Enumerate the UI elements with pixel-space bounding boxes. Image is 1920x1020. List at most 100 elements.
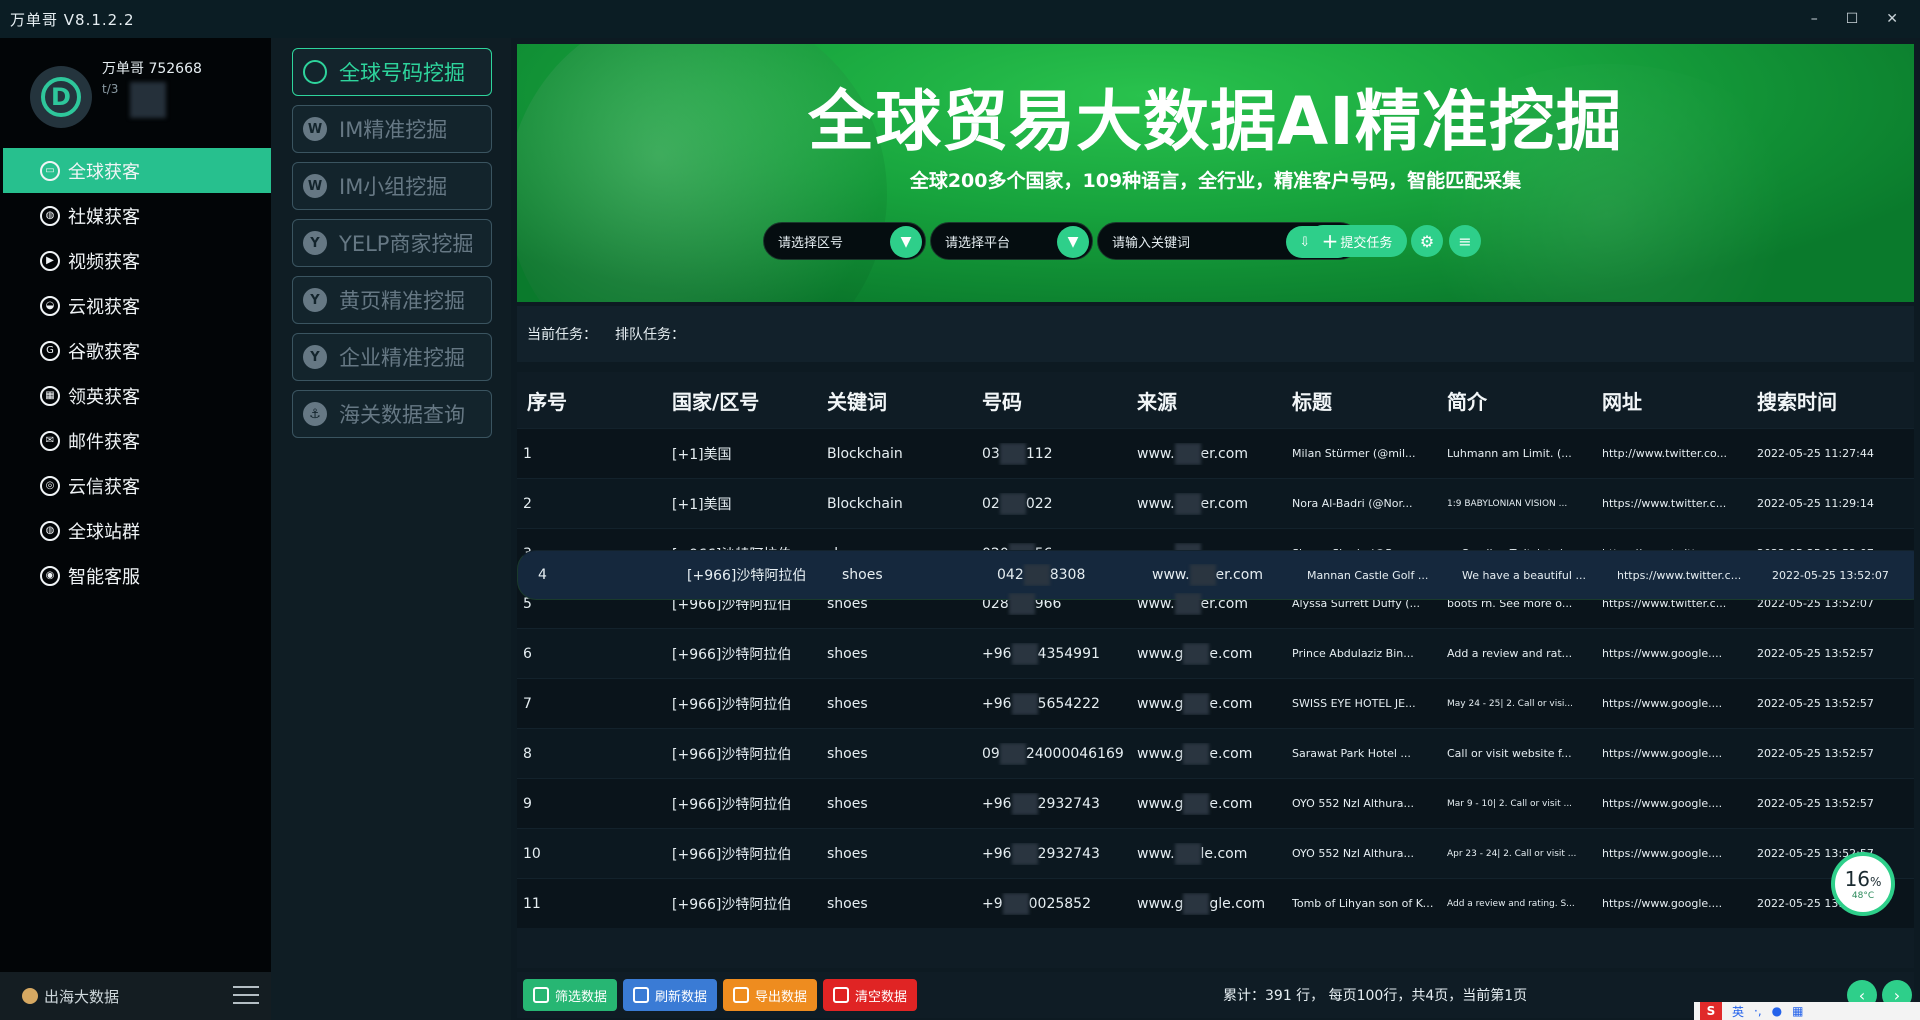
- column-header[interactable]: 来源: [1137, 386, 1292, 415]
- source-prefix: www.g: [1137, 695, 1184, 712]
- settings-gear-icon[interactable]: ⚙: [1411, 225, 1443, 257]
- sidebar-item-4[interactable]: G 谷歌获客: [0, 328, 271, 373]
- sidebar-item-7[interactable]: ◎ 云信获客: [0, 463, 271, 508]
- region-select[interactable]: 请选择区号 ▼: [763, 222, 926, 260]
- cell-url: http://www.twitter.co...: [1602, 447, 1728, 460]
- subnav-button-4[interactable]: Y 黄页精准挖掘: [292, 276, 492, 324]
- column-header[interactable]: 序号: [517, 386, 672, 415]
- subnav-button-6[interactable]: ⚓ 海关数据查询: [292, 390, 492, 438]
- cell-time: 2022-05-25 13:52:07: [1772, 568, 1889, 582]
- subnav-button-1[interactable]: W IM精准挖掘: [292, 105, 492, 153]
- redaction-mask: [1023, 564, 1050, 586]
- subnav-button-2[interactable]: W IM小组挖掘: [292, 162, 492, 210]
- chevron-down-icon[interactable]: ▼: [890, 226, 922, 258]
- logo-mark-icon: D: [41, 77, 81, 117]
- hamburger-menu-icon[interactable]: [233, 986, 259, 1004]
- ime-lang[interactable]: 英: [1732, 1003, 1744, 1020]
- table-row[interactable]: 10 [+966]沙特阿拉伯 shoes +96 2932743 www. le.com OY…: [517, 828, 1914, 878]
- ime-mic-icon[interactable]: ●: [1772, 1004, 1782, 1018]
- chevron-down-icon[interactable]: ▼: [1057, 226, 1089, 258]
- source-prefix: www.: [1137, 445, 1175, 462]
- submit-task-button[interactable]: + 提交任务: [1307, 225, 1407, 257]
- column-header[interactable]: 简介: [1447, 386, 1602, 415]
- cell-phone: +96 2932743: [982, 792, 1137, 815]
- source-prefix: www.: [1152, 567, 1190, 583]
- table-row[interactable]: 6 [+966]沙特阿拉伯 shoes +96 4354991 www.g e.com Pri…: [517, 628, 1914, 678]
- phone-suffix: 0025852: [1028, 895, 1091, 912]
- table-row[interactable]: 1 [+1]美国 Blockchain 03 112 www. er.com Milan St…: [517, 428, 1914, 478]
- cell-time: 2022-05-25 13:52:57: [1757, 797, 1874, 810]
- phone-suffix: 2932743: [1037, 845, 1100, 862]
- column-header[interactable]: 关键词: [827, 386, 982, 415]
- footer-button-3[interactable]: 清空数据: [823, 979, 918, 1011]
- table-row[interactable]: 2 [+1]美国 Blockchain 02 022 www. er.com Nora Al-…: [517, 478, 1914, 528]
- redaction-mask: [1002, 892, 1029, 915]
- cell-source: www. le.com: [1137, 842, 1292, 865]
- phone-suffix: 112: [1025, 445, 1053, 462]
- subnav-button-3[interactable]: Y YELP商家挖掘: [292, 219, 492, 267]
- redaction-mask: [1183, 892, 1210, 915]
- subnav-button-0[interactable]: 全球号码挖掘: [292, 48, 492, 96]
- cell-time: 2022-05-25 13:52:57: [1757, 697, 1874, 710]
- column-header[interactable]: 标题: [1292, 386, 1447, 415]
- avatar-blur: [130, 82, 166, 118]
- table-row[interactable]: 7 [+966]沙特阿拉伯 shoes +96 5654222 www.g e.com SWI…: [517, 678, 1914, 728]
- footer-button-1[interactable]: 刷新数据: [623, 979, 718, 1011]
- sidebar-item-6[interactable]: ✉ 邮件获客: [0, 418, 271, 463]
- column-header[interactable]: 网址: [1602, 386, 1757, 415]
- cell-url: https://www.google....: [1602, 797, 1723, 810]
- redaction-mask: [1011, 792, 1038, 815]
- ime-toolbar[interactable]: S 英 ·, ● ▦: [1694, 1002, 1920, 1020]
- cell-title: OYO 552 Nzl Althura...: [1292, 797, 1414, 810]
- sidebar-item-9[interactable]: ◉ 智能客服: [0, 553, 271, 598]
- cell-url: https://www.google....: [1602, 747, 1723, 760]
- column-header[interactable]: 搜索时间: [1757, 386, 1914, 415]
- platform-select[interactable]: 请选择平台 ▼: [930, 222, 1093, 260]
- redaction-mask: [1174, 842, 1201, 865]
- phone-prefix: +96: [982, 795, 1012, 812]
- maximize-icon[interactable]: ☐: [1846, 11, 1859, 27]
- redaction-mask: [999, 742, 1026, 765]
- cpu-monitor-widget[interactable]: 16% 48°C: [1831, 852, 1895, 916]
- phone-prefix: 09: [982, 745, 1000, 762]
- sidebar-item-2[interactable]: ▶ 视频获客: [0, 238, 271, 283]
- table-row[interactable]: 8 [+966]沙特阿拉伯 shoes 09 24000046169 www.g e.com…: [517, 728, 1914, 778]
- column-header[interactable]: 号码: [982, 386, 1137, 415]
- close-icon[interactable]: ✕: [1886, 11, 1898, 27]
- cell-keyword: shoes: [842, 567, 883, 583]
- redaction-mask: [1008, 592, 1035, 615]
- sidebar-item-label: 云视获客: [68, 296, 140, 318]
- source-suffix: e.com: [1209, 795, 1253, 812]
- page-info: 累计：391 行， 每页100行，共4页，当前第1页: [1223, 988, 1528, 1004]
- sidebar-item-0[interactable]: ▭ 全球获客: [3, 148, 273, 193]
- submit-task-label: 提交任务: [1340, 235, 1393, 251]
- table-row[interactable]: 4 [+966]沙特阿拉伯 shoes 042 8308 www. er.com Mannan…: [517, 550, 1914, 600]
- subnav-button-5[interactable]: Y 企业精准挖掘: [292, 333, 492, 381]
- column-header[interactable]: 国家/区号: [672, 386, 827, 415]
- queue-task-label: 排队任务：: [615, 327, 685, 343]
- list-icon[interactable]: ≡: [1449, 225, 1481, 257]
- minimize-icon[interactable]: –: [1811, 11, 1818, 27]
- cell-url: https://www.google....: [1602, 647, 1723, 660]
- cell-time: 2022-05-25 11:27:44: [1757, 447, 1874, 460]
- phone-prefix: 042: [997, 567, 1024, 583]
- phone-suffix: 4354991: [1037, 645, 1100, 662]
- footer-button-0[interactable]: 筛选数据: [523, 979, 618, 1011]
- table-row[interactable]: 9 [+966]沙特阿拉伯 shoes +96 2932743 www.g e.com OYO…: [517, 778, 1914, 828]
- footer-button-2[interactable]: 导出数据: [723, 979, 818, 1011]
- ime-keyboard-icon[interactable]: ▦: [1792, 1004, 1803, 1018]
- phone-prefix: +96: [982, 695, 1012, 712]
- ime-punct-icon[interactable]: ·,: [1754, 1004, 1762, 1018]
- redaction-mask: [1183, 692, 1210, 715]
- sidebar-item-3[interactable]: ◒ 云视获客: [0, 283, 271, 328]
- sidebar-nav: ▭ 全球获客 ◍ 社媒获客 ▶ 视频获客 ◒ 云视获客 G 谷歌获客 ▦ 领英获客 ✉ 邮件获客 ◎ 云信获客…: [0, 148, 273, 598]
- sidebar-item-8[interactable]: ◍ 全球站群: [0, 508, 271, 553]
- phone-suffix: 5654222: [1037, 695, 1100, 712]
- window-title: 万单哥 V8.1.2.2: [10, 10, 135, 29]
- table-row[interactable]: 11 [+966]沙特阿拉伯 shoes +9 0025852 www.g gle.com T…: [517, 878, 1914, 928]
- subnav-label: 企业精准挖掘: [339, 346, 465, 370]
- sidebar-item-5[interactable]: ▦ 领英获客: [0, 373, 271, 418]
- current-task-label: 当前任务：: [527, 327, 597, 343]
- chat-icon: ◎: [40, 475, 60, 496]
- sidebar-item-1[interactable]: ◍ 社媒获客: [0, 193, 271, 238]
